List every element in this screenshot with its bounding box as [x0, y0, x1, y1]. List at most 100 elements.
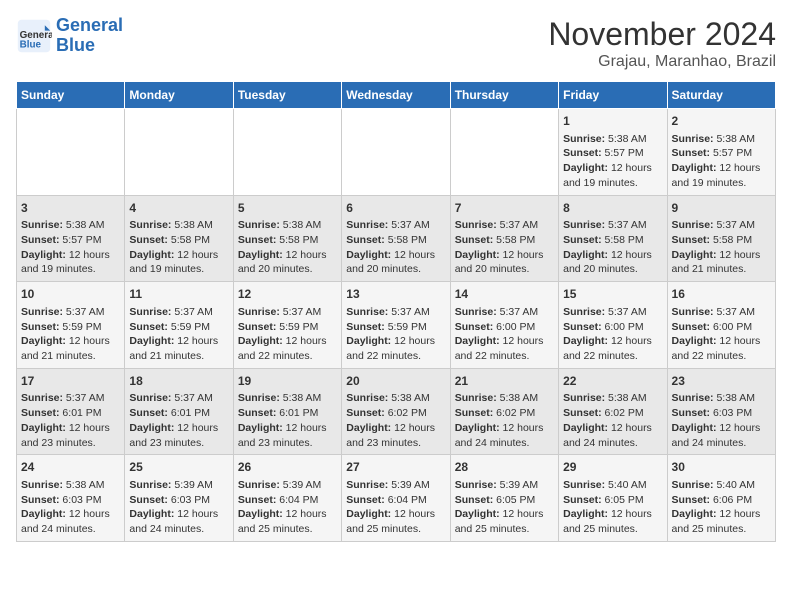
day-info-line: Sunrise: 5:37 AM: [563, 218, 662, 233]
calendar-cell: 24Sunrise: 5:38 AMSunset: 6:03 PMDayligh…: [17, 455, 125, 542]
day-info-line: Sunrise: 5:37 AM: [238, 305, 337, 320]
day-info-line: Sunrise: 5:38 AM: [563, 132, 662, 147]
calendar-cell: [17, 109, 125, 196]
svg-text:Blue: Blue: [20, 39, 42, 50]
day-info-line: Sunset: 6:00 PM: [455, 320, 554, 335]
day-number: 3: [21, 200, 120, 217]
weekday-header-monday: Monday: [125, 82, 233, 109]
logo-icon: General Blue: [16, 18, 52, 54]
day-info-line: Sunset: 5:59 PM: [346, 320, 445, 335]
calendar-cell: [342, 109, 450, 196]
day-number: 14: [455, 286, 554, 303]
calendar-cell: 8Sunrise: 5:37 AMSunset: 5:58 PMDaylight…: [559, 195, 667, 282]
calendar-cell: 28Sunrise: 5:39 AMSunset: 6:05 PMDayligh…: [450, 455, 558, 542]
calendar-cell: 18Sunrise: 5:37 AMSunset: 6:01 PMDayligh…: [125, 368, 233, 455]
day-info-line: Sunset: 6:03 PM: [129, 493, 228, 508]
weekday-header-friday: Friday: [559, 82, 667, 109]
day-info-line: Sunrise: 5:39 AM: [346, 478, 445, 493]
day-info-line: Sunset: 6:01 PM: [21, 406, 120, 421]
day-number: 22: [563, 373, 662, 390]
day-info-line: Daylight: 12 hours and 19 minutes.: [129, 248, 228, 277]
weekday-header-sunday: Sunday: [17, 82, 125, 109]
logo-text: GeneralBlue: [56, 16, 123, 56]
day-info-line: Sunset: 5:57 PM: [21, 233, 120, 248]
day-info-line: Daylight: 12 hours and 21 minutes.: [21, 334, 120, 363]
day-info-line: Sunrise: 5:37 AM: [21, 305, 120, 320]
day-info-line: Daylight: 12 hours and 24 minutes.: [455, 421, 554, 450]
day-info-line: Sunset: 6:01 PM: [129, 406, 228, 421]
day-info-line: Sunrise: 5:38 AM: [21, 478, 120, 493]
day-info-line: Daylight: 12 hours and 24 minutes.: [21, 507, 120, 536]
day-number: 27: [346, 459, 445, 476]
day-number: 1: [563, 113, 662, 130]
day-info-line: Daylight: 12 hours and 20 minutes.: [346, 248, 445, 277]
calendar-cell: 27 Sunrise: 5:39 AMSunset: 6:04 PMDayligh…: [342, 455, 450, 542]
day-info-line: Sunset: 6:02 PM: [346, 406, 445, 421]
day-info-line: Daylight: 12 hours and 19 minutes.: [563, 161, 662, 190]
day-info-line: Sunset: 6:02 PM: [563, 406, 662, 421]
day-number: 4: [129, 200, 228, 217]
week-row-3: 10Sunrise: 5:37 AMSunset: 5:59 PMDayligh…: [17, 282, 776, 369]
day-info-line: Sunset: 6:04 PM: [346, 493, 445, 508]
day-number: 11: [129, 286, 228, 303]
day-info-line: Sunrise: 5:38 AM: [238, 218, 337, 233]
day-number: 19: [238, 373, 337, 390]
day-info-line: Daylight: 12 hours and 21 minutes.: [672, 248, 771, 277]
day-number: 17: [21, 373, 120, 390]
calendar-cell: 5Sunrise: 5:38 AMSunset: 5:58 PMDaylight…: [233, 195, 341, 282]
day-number: 2: [672, 113, 771, 130]
day-info-line: Sunset: 5:58 PM: [672, 233, 771, 248]
day-info-line: Sunrise: 5:38 AM: [672, 391, 771, 406]
day-info-line: Daylight: 12 hours and 22 minutes.: [455, 334, 554, 363]
day-info-line: Daylight: 12 hours and 19 minutes.: [672, 161, 771, 190]
day-info-line: Daylight: 12 hours and 25 minutes.: [346, 507, 445, 536]
calendar-cell: 23Sunrise: 5:38 AMSunset: 6:03 PMDayligh…: [667, 368, 775, 455]
calendar-cell: 3Sunrise: 5:38 AMSunset: 5:57 PMDaylight…: [17, 195, 125, 282]
day-info-line: Sunrise: 5:37 AM: [563, 305, 662, 320]
day-info-line: Sunset: 5:58 PM: [129, 233, 228, 248]
day-info-line: Sunset: 5:59 PM: [129, 320, 228, 335]
weekday-header-tuesday: Tuesday: [233, 82, 341, 109]
day-info-line: Daylight: 12 hours and 22 minutes.: [672, 334, 771, 363]
title-block: November 2024 Grajau, Maranhao, Brazil: [548, 16, 776, 71]
calendar-cell: [125, 109, 233, 196]
calendar-cell: [450, 109, 558, 196]
day-info-line: Sunrise: 5:38 AM: [563, 391, 662, 406]
day-info-line: Daylight: 12 hours and 25 minutes.: [238, 507, 337, 536]
calendar-cell: 1 Sunrise: 5:38 AMSunset: 5:57 PMDaylight…: [559, 109, 667, 196]
day-number: 13: [346, 286, 445, 303]
day-info-line: Sunset: 5:57 PM: [563, 146, 662, 161]
day-info-line: Sunset: 6:00 PM: [563, 320, 662, 335]
day-number: 21: [455, 373, 554, 390]
day-info-line: Daylight: 12 hours and 21 minutes.: [129, 334, 228, 363]
day-info-line: Daylight: 12 hours and 24 minutes.: [129, 507, 228, 536]
day-number: 6: [346, 200, 445, 217]
day-info-line: Daylight: 12 hours and 23 minutes.: [21, 421, 120, 450]
calendar-cell: 22Sunrise: 5:38 AMSunset: 6:02 PMDayligh…: [559, 368, 667, 455]
calendar-cell: 2Sunrise: 5:38 AMSunset: 5:57 PMDaylight…: [667, 109, 775, 196]
day-info-line: Sunset: 6:02 PM: [455, 406, 554, 421]
day-info-line: Daylight: 12 hours and 24 minutes.: [563, 421, 662, 450]
day-number: 10: [21, 286, 120, 303]
day-info-line: Daylight: 12 hours and 23 minutes.: [346, 421, 445, 450]
day-number: 8: [563, 200, 662, 217]
day-number: 29: [563, 459, 662, 476]
day-info-line: Sunrise: 5:37 AM: [455, 305, 554, 320]
day-info-line: Sunset: 6:01 PM: [238, 406, 337, 421]
logo: General Blue GeneralBlue: [16, 16, 123, 56]
calendar-cell: 12Sunrise: 5:37 AMSunset: 5:59 PMDayligh…: [233, 282, 341, 369]
day-info-line: Sunrise: 5:37 AM: [672, 218, 771, 233]
day-info-line: Sunset: 5:59 PM: [238, 320, 337, 335]
day-number: 25: [129, 459, 228, 476]
day-number: 24: [21, 459, 120, 476]
calendar-cell: 10Sunrise: 5:37 AMSunset: 5:59 PMDayligh…: [17, 282, 125, 369]
day-info-line: Sunrise: 5:37 AM: [672, 305, 771, 320]
calendar-cell: 21Sunrise: 5:38 AMSunset: 6:02 PMDayligh…: [450, 368, 558, 455]
weekday-header-thursday: Thursday: [450, 82, 558, 109]
day-info-line: Daylight: 12 hours and 25 minutes.: [672, 507, 771, 536]
day-info-line: Daylight: 12 hours and 25 minutes.: [563, 507, 662, 536]
day-info-line: Daylight: 12 hours and 19 minutes.: [21, 248, 120, 277]
calendar-cell: 19Sunrise: 5:38 AMSunset: 6:01 PMDayligh…: [233, 368, 341, 455]
day-number: 23: [672, 373, 771, 390]
day-info-line: Sunrise: 5:38 AM: [672, 132, 771, 147]
